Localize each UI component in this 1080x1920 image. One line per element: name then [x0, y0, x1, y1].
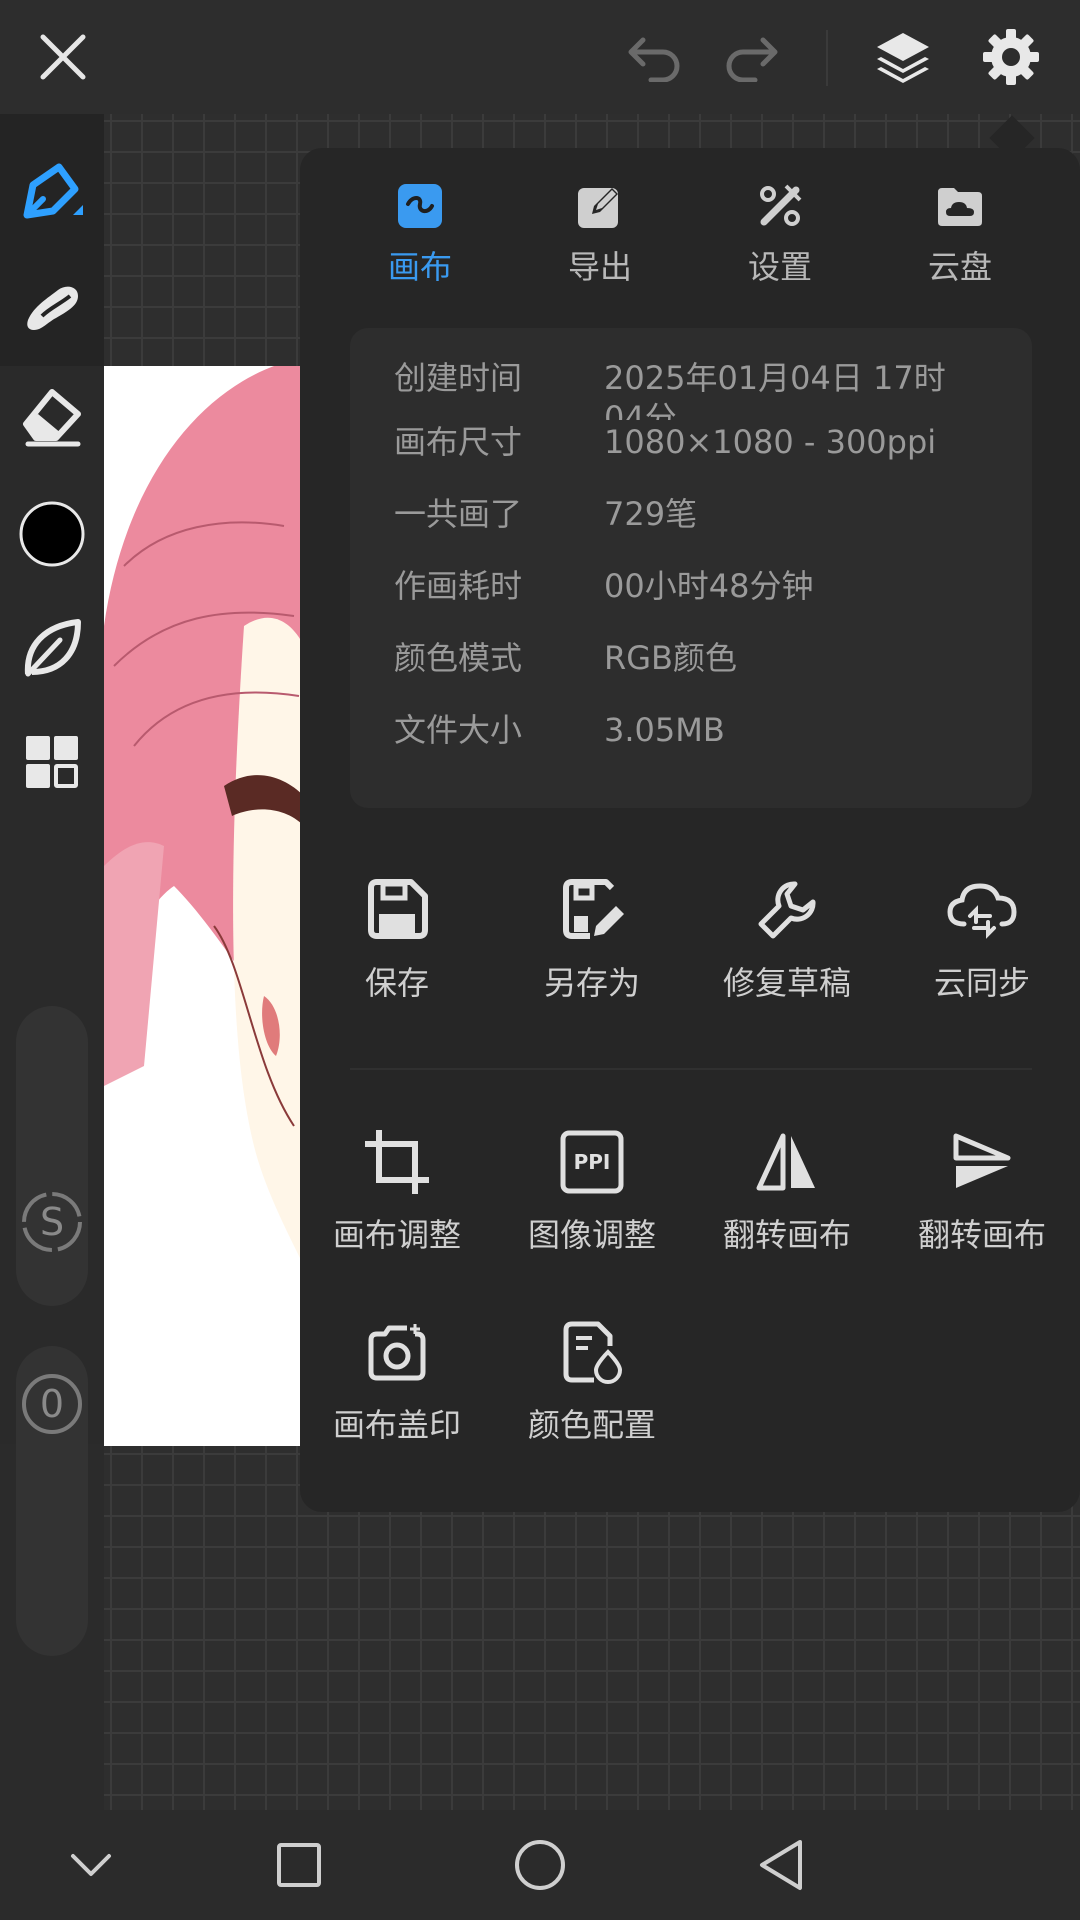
info-value-line1: 2025年01月04日 17时 — [604, 359, 946, 397]
camera-icon — [359, 1314, 435, 1390]
image-adjust-button[interactable]: PPI 图像调整 — [497, 1124, 687, 1274]
info-value: 729笔 — [604, 495, 698, 533]
back-icon[interactable] — [746, 1830, 816, 1900]
save-as-icon — [554, 872, 630, 948]
brush-size-knob[interactable]: S — [20, 1190, 84, 1254]
undo-icon[interactable] — [620, 22, 690, 92]
canvas-info-card: 创建时间 2025年01月04日 17时 04分 画布尺寸 1080×1080 … — [350, 328, 1032, 808]
info-key: 作画耗时 — [394, 567, 523, 605]
brush-icon[interactable] — [12, 154, 92, 234]
redo-icon[interactable] — [716, 22, 786, 92]
color-swatch[interactable] — [12, 494, 92, 574]
close-icon[interactable] — [28, 22, 98, 92]
color-profile-label: 颜色配置 — [527, 1406, 656, 1444]
artboard[interactable] — [104, 366, 304, 1446]
info-key: 文件大小 — [394, 711, 523, 749]
export-icon — [576, 182, 624, 230]
top-bar — [0, 0, 1080, 114]
leaf-icon[interactable] — [12, 608, 92, 688]
info-value-line2: 04分 — [604, 399, 677, 420]
section-divider — [350, 1068, 1032, 1070]
wrench-icon — [749, 872, 825, 948]
opacity-knob[interactable]: 0 — [20, 1372, 84, 1436]
info-key: 画布尺寸 — [394, 423, 523, 461]
color-profile-button[interactable]: 颜色配置 — [497, 1314, 687, 1464]
smudge-icon[interactable] — [12, 264, 92, 344]
image-adjust-label: 图像调整 — [527, 1216, 656, 1254]
cloud-sync-icon — [944, 872, 1020, 948]
info-key: 创建时间 — [394, 359, 523, 397]
canvas-adjust-label: 画布调整 — [332, 1216, 461, 1254]
info-value: 2025年01月04日 17时 04分 — [604, 358, 1004, 420]
chevron-down-icon[interactable] — [56, 1830, 126, 1900]
repair-draft-label: 修复草稿 — [722, 964, 851, 1002]
cloud-folder-icon — [936, 182, 984, 230]
info-key: 一共画了 — [394, 495, 523, 533]
info-value: 1080×1080 - 300ppi — [604, 423, 937, 461]
info-value: 3.05MB — [604, 711, 725, 749]
recents-icon[interactable] — [264, 1830, 334, 1900]
artwork-illustration — [104, 366, 304, 1266]
home-icon[interactable] — [505, 1830, 575, 1900]
flip-canvas-horizontal-button[interactable]: 翻转画布 — [692, 1124, 882, 1274]
tab-canvas-label: 画布 — [387, 248, 452, 286]
crop-icon — [359, 1124, 435, 1200]
info-key: 颜色模式 — [394, 639, 523, 677]
brush-size-slider[interactable] — [16, 1006, 88, 1306]
tool-palette-bottom: S 0 — [0, 366, 104, 1656]
tab-canvas[interactable]: 画布 — [340, 182, 500, 302]
gear-icon[interactable] — [976, 22, 1046, 92]
canvas-settings-panel: 画布 导出 设置 云盘 创建时间 2025年01月04日 17时 04分 画布尺… — [300, 148, 1080, 1512]
system-nav-bar — [0, 1810, 1080, 1920]
canvas-adjust-button[interactable]: 画布调整 — [302, 1124, 492, 1274]
tool-palette-top — [0, 114, 104, 366]
tab-cloud[interactable]: 云盘 — [880, 182, 1040, 302]
canvas-stamp-label: 画布盖印 — [332, 1406, 461, 1444]
eraser-icon[interactable] — [12, 376, 92, 456]
canvas-icon — [396, 182, 444, 230]
save-icon — [359, 872, 435, 948]
tab-cloud-label: 云盘 — [927, 248, 992, 286]
cloud-sync-button[interactable]: 云同步 — [887, 872, 1077, 1022]
repair-draft-button[interactable]: 修复草稿 — [692, 872, 882, 1022]
save-button[interactable]: 保存 — [302, 872, 492, 1022]
ppi-badge-text: PPI — [573, 1150, 611, 1174]
flip-horizontal-label: 翻转画布 — [722, 1216, 851, 1254]
tab-export-label: 导出 — [567, 248, 632, 286]
tab-settings[interactable]: 设置 — [700, 182, 860, 302]
tab-export[interactable]: 导出 — [520, 182, 680, 302]
info-value: RGB颜色 — [604, 639, 737, 677]
toolbar-separator — [826, 30, 828, 86]
ppi-icon: PPI — [554, 1124, 630, 1200]
save-as-label: 另存为 — [543, 964, 640, 1002]
cloud-sync-label: 云同步 — [933, 964, 1030, 1002]
flip-vertical-icon — [944, 1124, 1020, 1200]
flip-vertical-label: 翻转画布 — [917, 1216, 1046, 1254]
save-label: 保存 — [364, 964, 429, 1002]
grid-icon[interactable] — [12, 722, 92, 802]
flip-horizontal-icon — [749, 1124, 825, 1200]
flip-canvas-vertical-button[interactable]: 翻转画布 — [887, 1124, 1077, 1274]
color-profile-icon — [554, 1314, 630, 1390]
canvas-stamp-button[interactable]: 画布盖印 — [302, 1314, 492, 1464]
tools-icon — [756, 182, 804, 230]
save-as-button[interactable]: 另存为 — [497, 872, 687, 1022]
info-value: 00小时48分钟 — [604, 567, 814, 605]
tab-settings-label: 设置 — [747, 248, 812, 286]
layers-icon[interactable] — [868, 22, 938, 92]
